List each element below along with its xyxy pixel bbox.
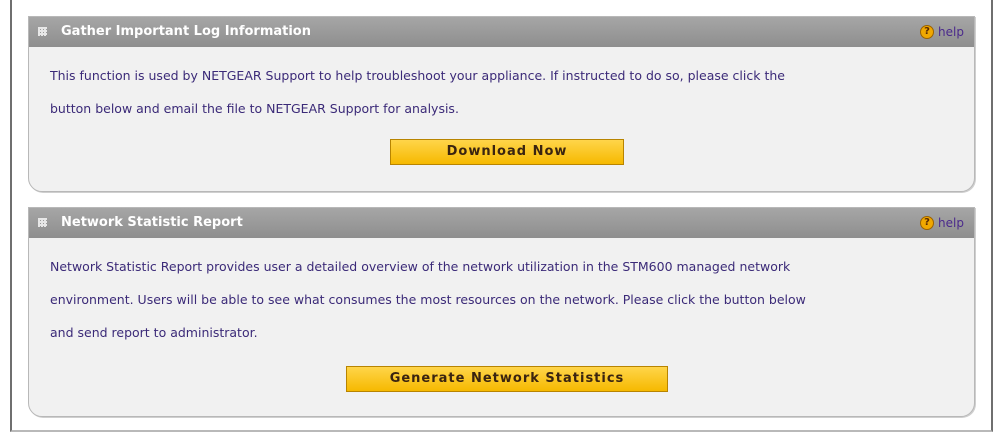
grip-icon (38, 27, 47, 36)
network-statistic-title: Network Statistic Report (61, 215, 243, 230)
log-help-label: help (938, 25, 964, 39)
network-help-label: help (938, 216, 964, 230)
log-description-line-1: This function is used by NETGEAR Support… (50, 68, 785, 83)
network-statistic-body: Network Statistic Report provides user a… (29, 238, 974, 349)
log-information-title: Gather Important Log Information (61, 24, 311, 39)
generate-network-statistics-button[interactable]: Generate Network Statistics (346, 366, 668, 392)
grip-icon (38, 218, 47, 227)
network-description-line-1: Network Statistic Report provides user a… (50, 259, 791, 274)
network-help-link[interactable]: ? help (920, 208, 964, 238)
network-statistic-header: Network Statistic Report ? help (29, 208, 974, 238)
log-help-link[interactable]: ? help (920, 17, 964, 47)
log-information-body: This function is used by NETGEAR Support… (29, 47, 974, 125)
network-description-line-2: environment. Users will be able to see w… (50, 292, 806, 307)
help-icon: ? (920, 216, 935, 230)
download-now-button[interactable]: Download Now (390, 139, 624, 165)
log-information-panel: Gather Important Log Information ? help … (28, 16, 975, 192)
network-statistic-panel: Network Statistic Report ? help Network … (28, 207, 975, 417)
help-icon: ? (920, 25, 935, 39)
log-information-header: Gather Important Log Information ? help (29, 17, 974, 47)
network-description-line-3: and send report to administrator. (50, 325, 258, 340)
log-description-line-2: button below and email the file to NETGE… (50, 101, 459, 116)
